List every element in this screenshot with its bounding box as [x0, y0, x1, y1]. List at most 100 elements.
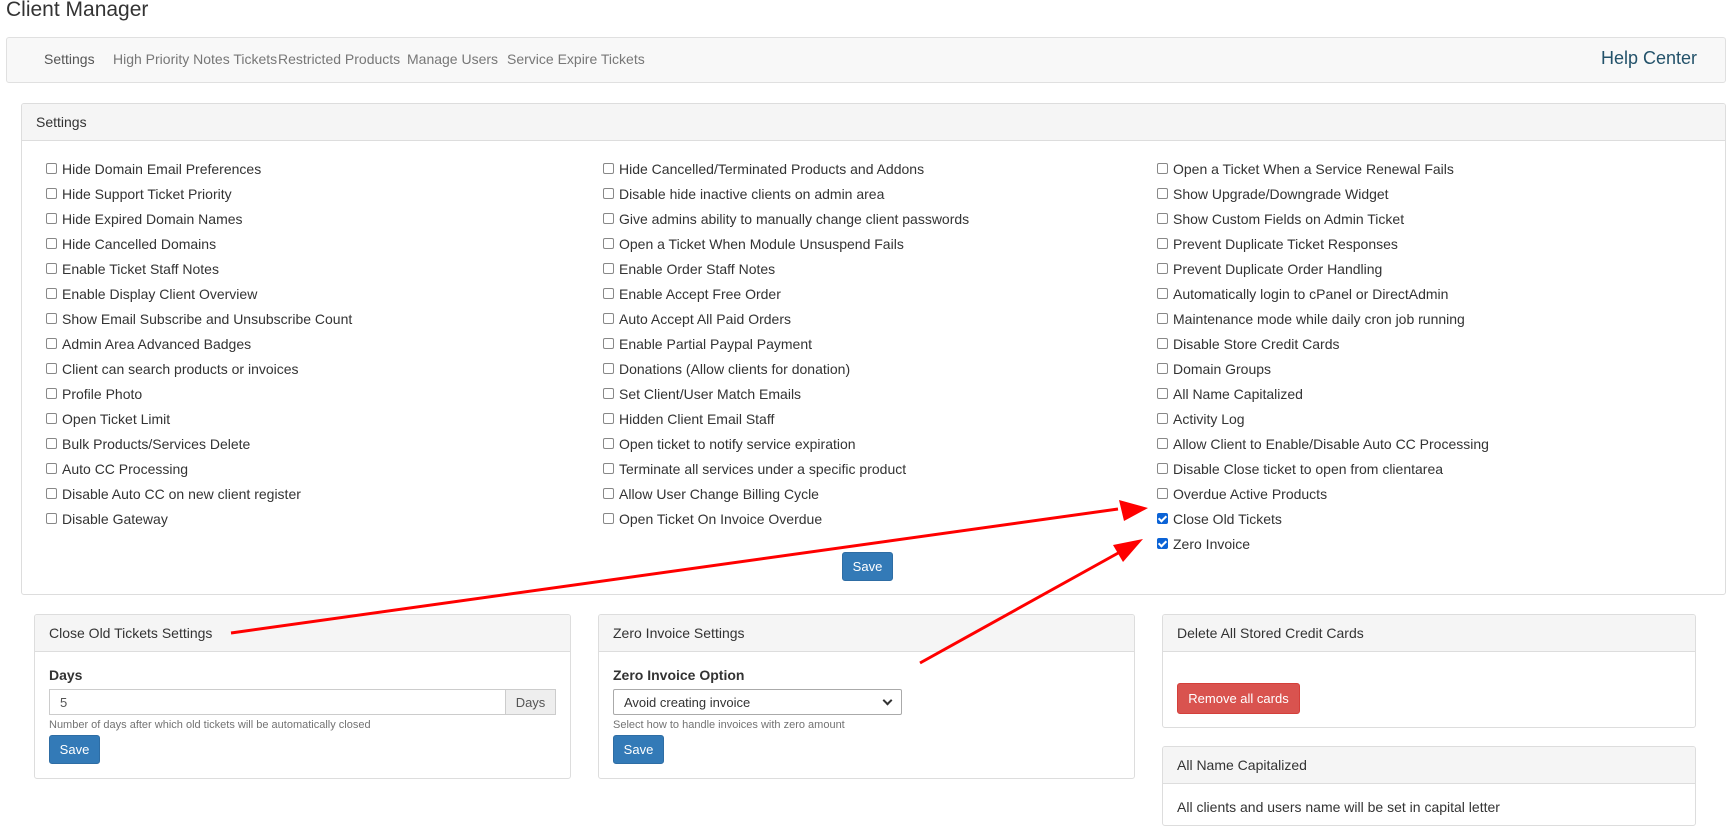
- tab-settings[interactable]: Settings: [44, 51, 95, 67]
- days-input[interactable]: 5: [49, 689, 506, 715]
- setting-option[interactable]: Enable Ticket Staff Notes: [46, 256, 352, 281]
- checkbox[interactable]: [1157, 288, 1168, 299]
- checkbox[interactable]: [603, 413, 614, 424]
- checkbox[interactable]: [1157, 363, 1168, 374]
- checkbox-checked[interactable]: [1157, 513, 1168, 524]
- zero-invoice-save-button[interactable]: Save: [613, 735, 664, 764]
- setting-option[interactable]: Maintenance mode while daily cron job ru…: [1157, 306, 1489, 331]
- setting-option[interactable]: Open Ticket Limit: [46, 406, 352, 431]
- setting-option[interactable]: Disable hide inactive clients on admin a…: [603, 181, 969, 206]
- setting-option[interactable]: Close Old Tickets: [1157, 506, 1489, 531]
- tab-service-expire-tickets[interactable]: Service Expire Tickets: [507, 51, 645, 67]
- checkbox[interactable]: [1157, 263, 1168, 274]
- setting-option[interactable]: Bulk Products/Services Delete: [46, 431, 352, 456]
- checkbox[interactable]: [603, 263, 614, 274]
- checkbox[interactable]: [603, 488, 614, 499]
- setting-option[interactable]: Donations (Allow clients for donation): [603, 356, 969, 381]
- setting-option[interactable]: All Name Capitalized: [1157, 381, 1489, 406]
- tab-restricted-products[interactable]: Restricted Products: [278, 51, 400, 67]
- setting-option[interactable]: Allow User Change Billing Cycle: [603, 481, 969, 506]
- setting-option[interactable]: Client can search products or invoices: [46, 356, 352, 381]
- setting-option[interactable]: Automatically login to cPanel or DirectA…: [1157, 281, 1489, 306]
- setting-option[interactable]: Auto Accept All Paid Orders: [603, 306, 969, 331]
- setting-option[interactable]: Set Client/User Match Emails: [603, 381, 969, 406]
- setting-option[interactable]: Admin Area Advanced Badges: [46, 331, 352, 356]
- checkbox[interactable]: [46, 388, 57, 399]
- setting-option[interactable]: Show Custom Fields on Admin Ticket: [1157, 206, 1489, 231]
- setting-option[interactable]: Enable Accept Free Order: [603, 281, 969, 306]
- tab-manage-users[interactable]: Manage Users: [407, 51, 498, 67]
- checkbox[interactable]: [1157, 213, 1168, 224]
- settings-save-button[interactable]: Save: [842, 552, 893, 581]
- checkbox[interactable]: [603, 388, 614, 399]
- checkbox[interactable]: [46, 238, 57, 249]
- checkbox[interactable]: [46, 288, 57, 299]
- checkbox[interactable]: [1157, 388, 1168, 399]
- checkbox[interactable]: [1157, 313, 1168, 324]
- checkbox[interactable]: [603, 363, 614, 374]
- checkbox[interactable]: [1157, 463, 1168, 474]
- checkbox[interactable]: [603, 163, 614, 174]
- setting-option[interactable]: Disable Auto CC on new client register: [46, 481, 352, 506]
- setting-option[interactable]: Activity Log: [1157, 406, 1489, 431]
- setting-option[interactable]: Show Email Subscribe and Unsubscribe Cou…: [46, 306, 352, 331]
- setting-option[interactable]: Profile Photo: [46, 381, 352, 406]
- checkbox[interactable]: [46, 188, 57, 199]
- checkbox[interactable]: [603, 188, 614, 199]
- setting-option[interactable]: Hide Domain Email Preferences: [46, 156, 352, 181]
- checkbox[interactable]: [46, 363, 57, 374]
- setting-option[interactable]: Hidden Client Email Staff: [603, 406, 969, 431]
- checkbox[interactable]: [603, 463, 614, 474]
- checkbox[interactable]: [1157, 163, 1168, 174]
- setting-option[interactable]: Open ticket to notify service expiration: [603, 431, 969, 456]
- setting-option[interactable]: Domain Groups: [1157, 356, 1489, 381]
- checkbox[interactable]: [46, 513, 57, 524]
- setting-option[interactable]: Allow Client to Enable/Disable Auto CC P…: [1157, 431, 1489, 456]
- checkbox[interactable]: [603, 238, 614, 249]
- checkbox[interactable]: [46, 213, 57, 224]
- setting-option[interactable]: Open Ticket On Invoice Overdue: [603, 506, 969, 531]
- setting-option[interactable]: Open a Ticket When a Service Renewal Fai…: [1157, 156, 1489, 181]
- remove-all-cards-button[interactable]: Remove all cards: [1177, 683, 1300, 714]
- checkbox[interactable]: [46, 488, 57, 499]
- setting-option[interactable]: Hide Cancelled Domains: [46, 231, 352, 256]
- setting-option[interactable]: Prevent Duplicate Ticket Responses: [1157, 231, 1489, 256]
- checkbox[interactable]: [603, 438, 614, 449]
- tab-high-priority-notes-tickets[interactable]: High Priority Notes Tickets: [113, 51, 277, 67]
- checkbox[interactable]: [1157, 338, 1168, 349]
- setting-option[interactable]: Hide Expired Domain Names: [46, 206, 352, 231]
- help-center-link[interactable]: Help Center: [1601, 48, 1697, 69]
- setting-option[interactable]: Enable Order Staff Notes: [603, 256, 969, 281]
- setting-option[interactable]: Show Upgrade/Downgrade Widget: [1157, 181, 1489, 206]
- setting-option[interactable]: Terminate all services under a specific …: [603, 456, 969, 481]
- setting-option[interactable]: Auto CC Processing: [46, 456, 352, 481]
- checkbox[interactable]: [46, 263, 57, 274]
- checkbox[interactable]: [46, 163, 57, 174]
- close-old-tickets-save-button[interactable]: Save: [49, 735, 100, 764]
- setting-option[interactable]: Disable Gateway: [46, 506, 352, 531]
- setting-option[interactable]: Prevent Duplicate Order Handling: [1157, 256, 1489, 281]
- setting-option[interactable]: Enable Display Client Overview: [46, 281, 352, 306]
- checkbox[interactable]: [603, 213, 614, 224]
- setting-option[interactable]: Hide Support Ticket Priority: [46, 181, 352, 206]
- setting-option[interactable]: Enable Partial Paypal Payment: [603, 331, 969, 356]
- checkbox[interactable]: [603, 288, 614, 299]
- checkbox[interactable]: [46, 338, 57, 349]
- checkbox[interactable]: [1157, 238, 1168, 249]
- checkbox[interactable]: [46, 438, 57, 449]
- setting-option[interactable]: Hide Cancelled/Terminated Products and A…: [603, 156, 969, 181]
- checkbox[interactable]: [46, 413, 57, 424]
- setting-option[interactable]: Give admins ability to manually change c…: [603, 206, 969, 231]
- checkbox[interactable]: [603, 313, 614, 324]
- setting-option[interactable]: Disable Close ticket to open from client…: [1157, 456, 1489, 481]
- checkbox[interactable]: [1157, 488, 1168, 499]
- checkbox[interactable]: [1157, 188, 1168, 199]
- setting-option[interactable]: Zero Invoice: [1157, 531, 1489, 556]
- checkbox[interactable]: [46, 313, 57, 324]
- setting-option[interactable]: Disable Store Credit Cards: [1157, 331, 1489, 356]
- checkbox[interactable]: [1157, 438, 1168, 449]
- checkbox[interactable]: [603, 338, 614, 349]
- checkbox-checked[interactable]: [1157, 538, 1168, 549]
- setting-option[interactable]: Open a Ticket When Module Unsuspend Fail…: [603, 231, 969, 256]
- setting-option[interactable]: Overdue Active Products: [1157, 481, 1489, 506]
